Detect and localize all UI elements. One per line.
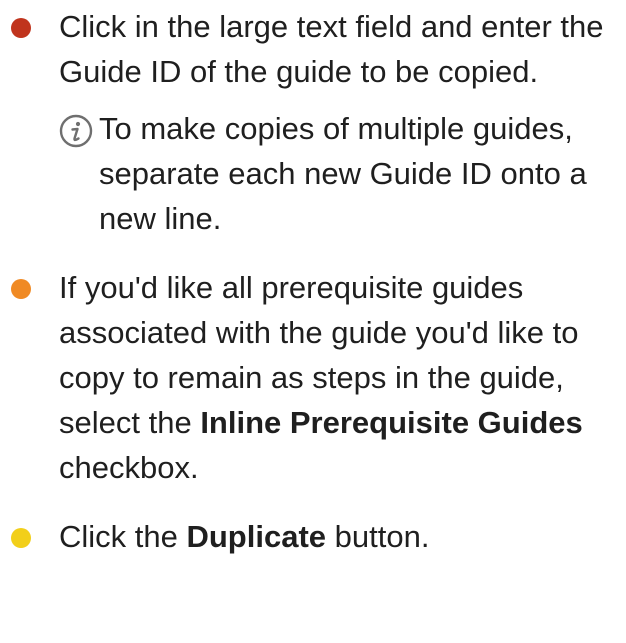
bullet-yellow-dot <box>11 528 31 548</box>
info-note: To make copies of multiple guides, separ… <box>59 106 612 241</box>
step-text-part: checkbox. <box>59 450 199 485</box>
instructions-list: Click in the large text field and enter … <box>0 0 626 643</box>
checkbox-name-label: Inline Prerequisite Guides <box>200 405 583 440</box>
step-enter-guide-id: Click in the large text field and enter … <box>0 4 626 241</box>
button-name-label: Duplicate <box>186 519 327 554</box>
step-text-part: button. <box>326 519 430 554</box>
bullet-orange-dot <box>11 279 31 299</box>
step-text: If you'd like all prerequisite guides as… <box>59 265 612 490</box>
bullet-red-dot <box>11 18 31 38</box>
info-icon <box>59 114 93 148</box>
step-text: Click the Duplicate button. <box>59 514 612 559</box>
step-text-part: Click the <box>59 519 187 554</box>
step-inline-prerequisite: If you'd like all prerequisite guides as… <box>0 265 626 490</box>
step-click-duplicate: Click the Duplicate button. <box>0 514 626 559</box>
info-note-text: To make copies of multiple guides, separ… <box>99 111 587 236</box>
step-text: Click in the large text field and enter … <box>59 9 604 89</box>
